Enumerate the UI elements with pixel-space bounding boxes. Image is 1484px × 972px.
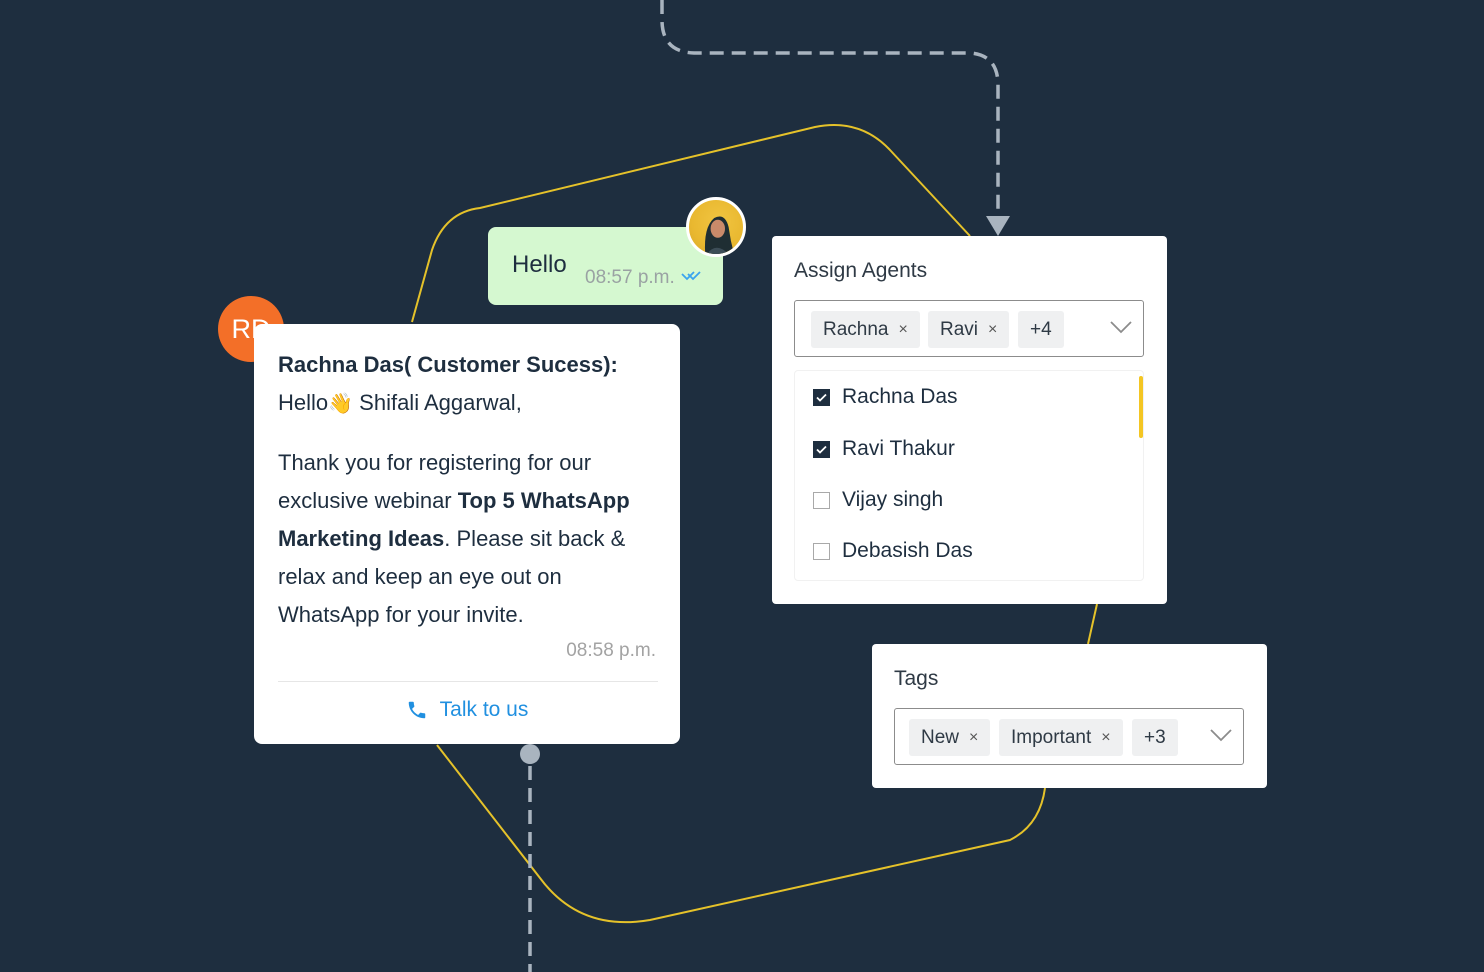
agents-option-list: Rachna Das Ravi Thakur Vijay singh Debas… [794, 370, 1144, 581]
remove-chip-icon[interactable]: × [969, 729, 978, 747]
agent-option[interactable]: Debasish Das [813, 539, 973, 563]
agent-chip-label: Rachna [823, 318, 889, 340]
greeting-name: Shifali Aggarwal, [353, 390, 522, 415]
connector-arrowhead-icon [986, 216, 1010, 236]
checkbox-checked[interactable] [813, 440, 830, 458]
sent-message-text: Hello [512, 251, 567, 278]
agents-multiselect[interactable]: Rachna × Ravi × +4 [794, 300, 1144, 357]
double-check-icon [681, 271, 701, 281]
message-body: Thank you for registering for our exclus… [278, 444, 668, 634]
more-count: +3 [1144, 726, 1166, 748]
agent-option-label: Ravi Thakur [842, 437, 955, 460]
tags-title: Tags [894, 667, 939, 690]
flow-background [411, 0, 1098, 972]
tag-chip-label: New [921, 726, 960, 748]
agent-option[interactable]: Rachna Das [813, 385, 958, 409]
sent-message-time: 08:57 p.m. [585, 267, 675, 288]
user-avatar-photo [686, 197, 746, 257]
remove-chip-icon[interactable]: × [988, 321, 997, 339]
tags-panel: Tags New × Important × +3 [872, 644, 1267, 788]
tag-chip[interactable]: New × [909, 719, 991, 756]
connector-node [520, 744, 540, 764]
agent-option-label: Rachna Das [842, 385, 958, 408]
more-agents-chip[interactable]: +4 [1018, 311, 1064, 348]
agent-option-label: Vijay singh [842, 488, 944, 511]
more-tags-chip[interactable]: +3 [1132, 719, 1178, 756]
chevron-down-icon[interactable] [1209, 727, 1233, 743]
tag-chip-label: Important [1011, 726, 1092, 748]
checkbox-unchecked[interactable] [813, 491, 830, 509]
checkbox-unchecked[interactable] [813, 542, 830, 560]
agent-option[interactable]: Vijay singh [813, 488, 943, 512]
greeting-prefix: Hello [278, 390, 329, 415]
remove-chip-icon[interactable]: × [1101, 729, 1110, 747]
chevron-down-icon[interactable] [1109, 319, 1133, 335]
divider [278, 681, 658, 682]
message-time: 08:58 p.m. [566, 640, 656, 661]
agent-chip-label: Ravi [940, 318, 979, 340]
agent-chip[interactable]: Rachna × [811, 311, 920, 348]
checkbox-checked[interactable] [813, 388, 830, 406]
sender-name: Rachna Das( Customer Sucess): [278, 352, 618, 377]
connector-dashed-top [660, 0, 1000, 218]
flow-path-yellow-lower [1087, 603, 1098, 645]
tag-chip[interactable]: Important × [999, 719, 1123, 756]
person-photo-icon [704, 216, 734, 254]
list-scrollbar[interactable] [1139, 376, 1143, 438]
greeting-line: Hello👋 Shifali Aggarwal, [278, 390, 522, 416]
agent-option-label: Debasish Das [842, 539, 973, 562]
message-card: Rachna Das( Customer Sucess): Hello👋 Shi… [254, 324, 680, 744]
talk-to-us-label: Talk to us [439, 698, 529, 721]
tags-multiselect[interactable]: New × Important × +3 [894, 708, 1244, 765]
assign-agents-panel: Assign Agents Rachna × Ravi × +4 Rachna … [772, 236, 1167, 604]
agent-chip[interactable]: Ravi × [928, 311, 1010, 348]
wave-emoji-icon: 👋 [328, 393, 354, 415]
talk-to-us-button[interactable]: Talk to us [254, 698, 680, 722]
phone-icon [408, 701, 425, 719]
agent-option[interactable]: Ravi Thakur [813, 437, 955, 461]
remove-chip-icon[interactable]: × [899, 321, 908, 339]
assign-agents-title: Assign Agents [794, 259, 928, 282]
more-count: +4 [1030, 318, 1052, 340]
